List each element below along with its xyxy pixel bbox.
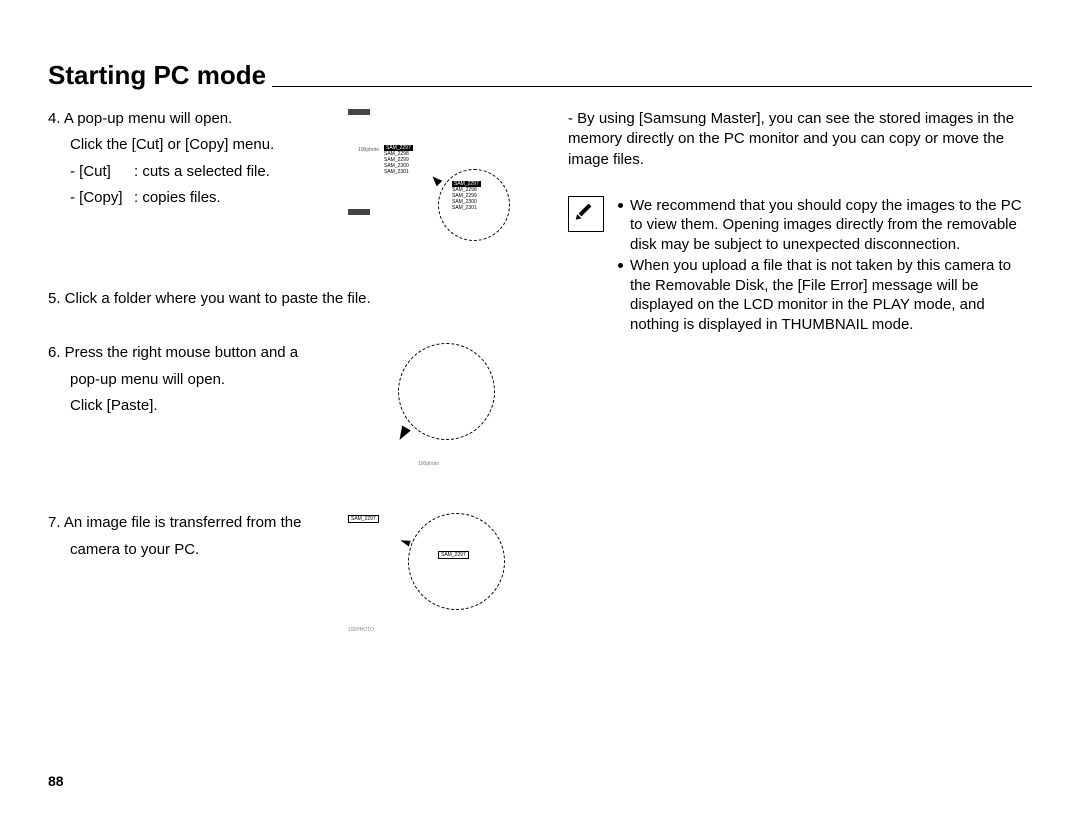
fig4-bot-block [348,209,370,215]
step-4-line2: Click the [Cut] or [Copy] menu. [48,135,338,155]
fig4-file-item: SAM_2301 [384,169,409,175]
content-columns: 4. A pop-up menu will open. Click the [C… [48,109,1032,661]
page-title: Starting PC mode [48,60,266,91]
figure-7: SAM_2297 SAM_2297 100PHOTO [348,513,518,633]
left-column: 4. A pop-up menu will open. Click the [C… [48,109,528,661]
step-6-text: 6. Press the right mouse button and a po… [48,343,348,422]
figure-6: 100photo [378,343,508,473]
fig7-inner-label: SAM_2297 [438,551,469,559]
step-7-text: 7. An image file is transferred from the… [48,513,348,566]
step-4-line1: 4. A pop-up menu will open. [48,109,338,129]
copy-desc: : copies files. [134,188,338,208]
title-underline [272,86,1032,87]
title-row: Starting PC mode [48,60,1032,91]
right-intro-para: - By using [Samsung Master], you can see… [568,109,1032,170]
step-6-block: 6. Press the right mouse button and a po… [48,343,528,473]
fig7-tiny-label: 100PHOTO [348,627,374,633]
step-7-line1: 7. An image file is transferred from the [48,513,338,533]
fig4-callout-item: SAM_2301 [452,205,477,211]
copy-label: - [Copy] [70,188,134,208]
fig4-file-list: SAM_2297 SAM_2298 SAM_2299 SAM_2300 SAM_… [384,145,413,175]
step-4-copy: - [Copy] : copies files. [48,188,338,208]
step-4-cut: - [Cut] : cuts a selected file. [48,162,338,182]
note-list: We recommend that you should copy the im… [618,196,1032,337]
cut-desc: : cuts a selected file. [134,162,338,182]
fig6-tiny-label: 100photo [418,461,439,467]
manual-page: Starting PC mode 4. A pop-up menu will o… [0,0,1080,815]
step-7-block: 7. An image file is transferred from the… [48,513,528,633]
right-column: - By using [Samsung Master], you can see… [568,109,1032,661]
fig7-callout-pointer [399,538,410,547]
step-6-line1: 6. Press the right mouse button and a [48,343,338,363]
fig6-callout-circle [398,343,495,440]
step-6-line3: Click [Paste]. [48,396,338,416]
step-6-line2: pop-up menu will open. [48,370,338,390]
page-number: 88 [48,773,64,789]
fig4-mid-label: 100photo [358,147,379,153]
pencil-icon [576,204,596,224]
figure-4: 100photo SAM_2297 SAM_2298 SAM_2299 SAM_… [348,109,518,229]
fig6-callout-pointer [395,426,411,443]
step-5: 5. Click a folder where you want to past… [48,289,528,309]
step-7-line2: camera to your PC. [48,540,338,560]
cut-label: - [Cut] [70,162,134,182]
fig7-callout-circle [408,513,505,610]
note-item-1: We recommend that you should copy the im… [618,196,1032,255]
step-4-text: 4. A pop-up menu will open. Click the [C… [48,109,348,214]
fig4-callout-list: SAM_2297 SAM_2298 SAM_2299 SAM_2300 SAM_… [452,181,481,211]
note-icon [568,196,604,232]
fig4-top-block [348,109,370,115]
fig4-callout-pointer [430,174,443,187]
note-item-2: When you upload a file that is not taken… [618,256,1032,334]
fig7-label-box: SAM_2297 [348,515,379,523]
step-4-block: 4. A pop-up menu will open. Click the [C… [48,109,528,229]
note-box: We recommend that you should copy the im… [568,196,1032,337]
